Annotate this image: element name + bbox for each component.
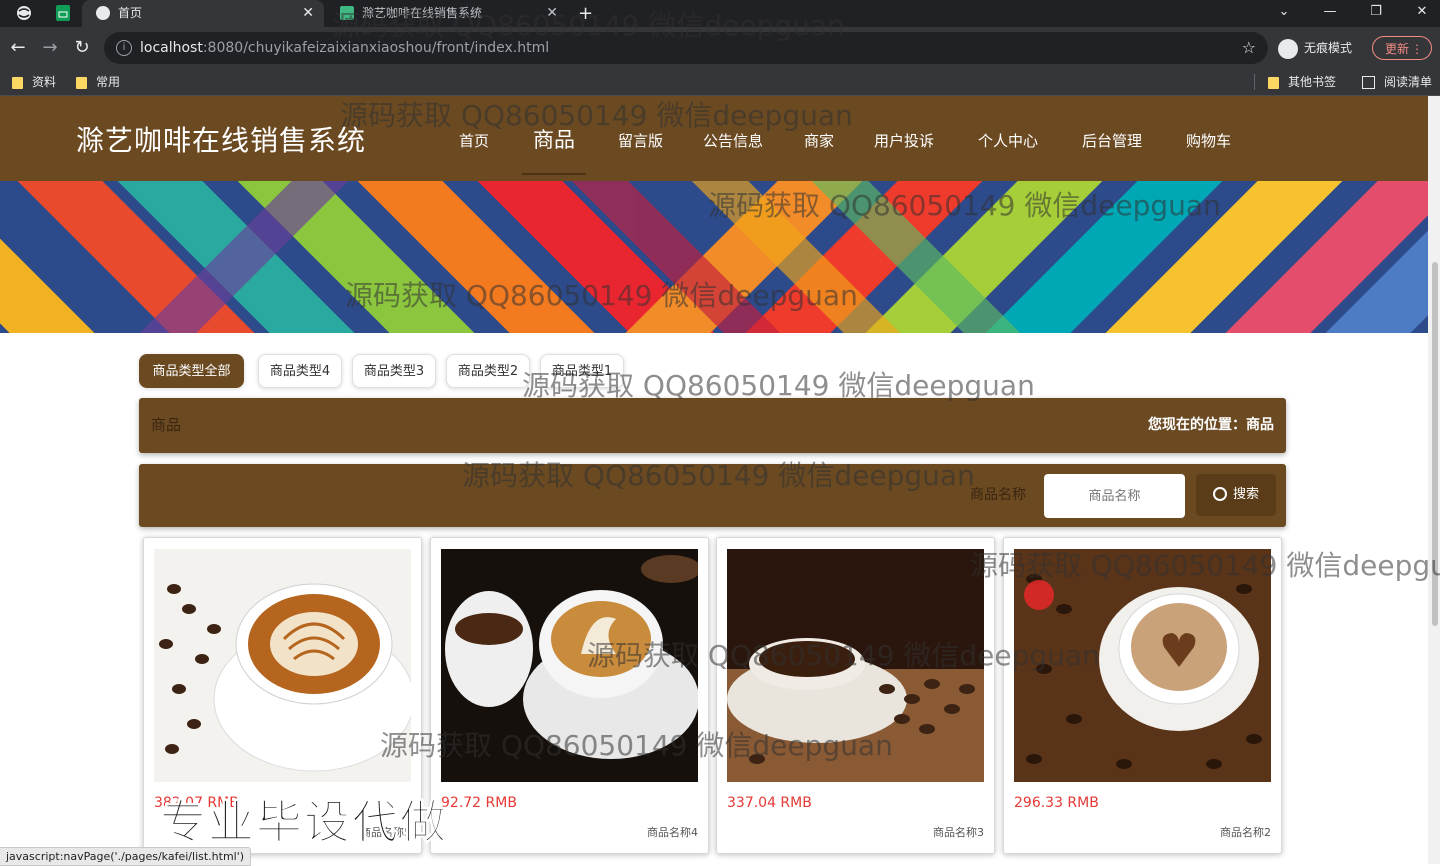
tab-label: 首页 [118, 6, 143, 20]
category-2-button[interactable]: 商品类型2 [446, 354, 530, 388]
product-card[interactable]: 337.04 RMB 商品名称3 [716, 537, 995, 854]
product-name: 商品名称3 [933, 826, 984, 839]
bookmark-other[interactable]: 其他书签 [1268, 69, 1336, 95]
nav-messages[interactable]: 留言版 [618, 130, 663, 152]
nav-announcements[interactable]: 公告信息 [703, 130, 763, 152]
bookmark-folder-changyong[interactable]: 常用 [76, 69, 120, 95]
nav-complaints[interactable]: 用户投诉 [874, 130, 934, 152]
folder-icon [76, 76, 87, 89]
new-tab-button[interactable]: + [578, 0, 593, 27]
product-image[interactable] [727, 549, 984, 782]
nav-active-indicator [522, 173, 586, 175]
web-page: 滁艺咖啡在线销售系统 首页 商品 留言版 公告信息 商家 用户投诉 个人中心 后… [0, 96, 1428, 864]
product-price: 92.72 RMB [441, 795, 517, 811]
product-name: 商品名称4 [647, 826, 698, 839]
bookmark-star-icon[interactable]: ☆ [1242, 32, 1256, 64]
minimize-button[interactable]: — [1310, 0, 1350, 24]
reload-icon[interactable]: ↻ [70, 36, 94, 60]
bookmark-folder-ziliao[interactable]: 资料 [12, 69, 56, 95]
nav-products[interactable]: 商品 [533, 125, 575, 155]
overlay-caption: 专业毕设代做 [160, 795, 448, 850]
browser-toolbar: ← → ↻ i localhost:8080/chuyikafeizaixian… [0, 27, 1440, 69]
address-bar[interactable]: i localhost:8080/chuyikafeizaixianxiaosh… [104, 32, 1268, 64]
tab-system[interactable]: 滁艺咖啡在线销售系统 ✕ [326, 0, 568, 27]
tab-label: 滁艺咖啡在线销售系统 [362, 6, 483, 20]
bookmark-divider [1254, 74, 1255, 90]
vue-icon [340, 6, 354, 20]
product-price: 296.33 RMB [1014, 795, 1099, 811]
product-price: 337.04 RMB [727, 795, 812, 811]
product-card[interactable]: 92.72 RMB 商品名称4 [430, 537, 709, 854]
incognito-indicator[interactable]: 无痕模式 [1278, 36, 1352, 60]
reading-list[interactable]: 阅读清单 [1362, 69, 1432, 95]
browser-tab-strip: 首页 ✕ 滁艺咖啡在线销售系统 ✕ + ⌄ — ❐ ✕ [0, 0, 1440, 27]
url-text[interactable]: localhost:8080/chuyikafeizaixianxiaoshou… [140, 32, 549, 64]
nav-home[interactable]: 首页 [459, 130, 489, 152]
category-all-button[interactable]: 商品类型全部 [139, 354, 244, 388]
hero-banner[interactable] [0, 181, 1428, 333]
site-title: 滁艺咖啡在线销售系统 [76, 124, 367, 157]
product-name: 商品名称2 [1220, 826, 1271, 839]
site-header: 滁艺咖啡在线销售系统 首页 商品 留言版 公告信息 商家 用户投诉 个人中心 后… [0, 96, 1428, 181]
breadcrumb-bar: 商品 您现在的位置：商品 [139, 398, 1286, 453]
info-icon[interactable]: i [116, 40, 132, 56]
category-4-button[interactable]: 商品类型4 [258, 354, 342, 388]
back-arrow-icon[interactable]: ← [6, 36, 30, 60]
bookmarks-bar: 资料 常用 其他书签 阅读清单 [0, 69, 1440, 96]
tab-home[interactable]: 首页 ✕ [82, 0, 324, 27]
update-button[interactable]: 更新 ⋮ [1372, 36, 1432, 60]
category-3-button[interactable]: 商品类型3 [352, 354, 436, 388]
search-button[interactable]: 搜索 [1196, 474, 1276, 516]
globe-icon[interactable] [16, 5, 32, 21]
incognito-icon [1278, 38, 1298, 59]
nav-profile[interactable]: 个人中心 [978, 130, 1038, 152]
product-name-input[interactable] [1044, 474, 1185, 518]
search-panel: 商品名称 搜索 [139, 464, 1286, 527]
sheets-icon[interactable] [56, 5, 72, 21]
forward-arrow-icon[interactable]: → [38, 36, 62, 60]
status-bar-url: javascript:navPage('./pages/kafei/list.h… [0, 847, 252, 866]
window-close-button[interactable]: ✕ [1402, 0, 1440, 24]
product-image[interactable] [1014, 549, 1271, 782]
product-image[interactable] [441, 549, 698, 782]
product-image[interactable] [154, 549, 411, 782]
search-icon [1212, 486, 1227, 501]
breadcrumb: 您现在的位置：商品 [1148, 417, 1274, 433]
nav-admin[interactable]: 后台管理 [1082, 130, 1142, 152]
more-menu-icon: ⋮ [1411, 42, 1423, 56]
click-indicator [1024, 580, 1054, 610]
folder-icon [12, 76, 23, 89]
folder-icon [1268, 76, 1279, 89]
reading-list-icon [1362, 76, 1375, 89]
close-tab-icon[interactable]: ✕ [546, 0, 558, 27]
search-label: 商品名称 [970, 487, 1026, 503]
category-1-button[interactable]: 商品类型1 [540, 354, 624, 388]
nav-merchants[interactable]: 商家 [804, 130, 834, 152]
close-tab-icon[interactable]: ✕ [302, 0, 314, 27]
restore-button[interactable]: ❐ [1356, 0, 1396, 24]
tab-search-icon[interactable]: ⌄ [1264, 0, 1304, 24]
scrollbar-thumb[interactable] [1432, 262, 1438, 626]
nav-cart[interactable]: 购物车 [1186, 130, 1231, 152]
globe-icon [96, 6, 110, 20]
section-title: 商品 [151, 416, 182, 434]
